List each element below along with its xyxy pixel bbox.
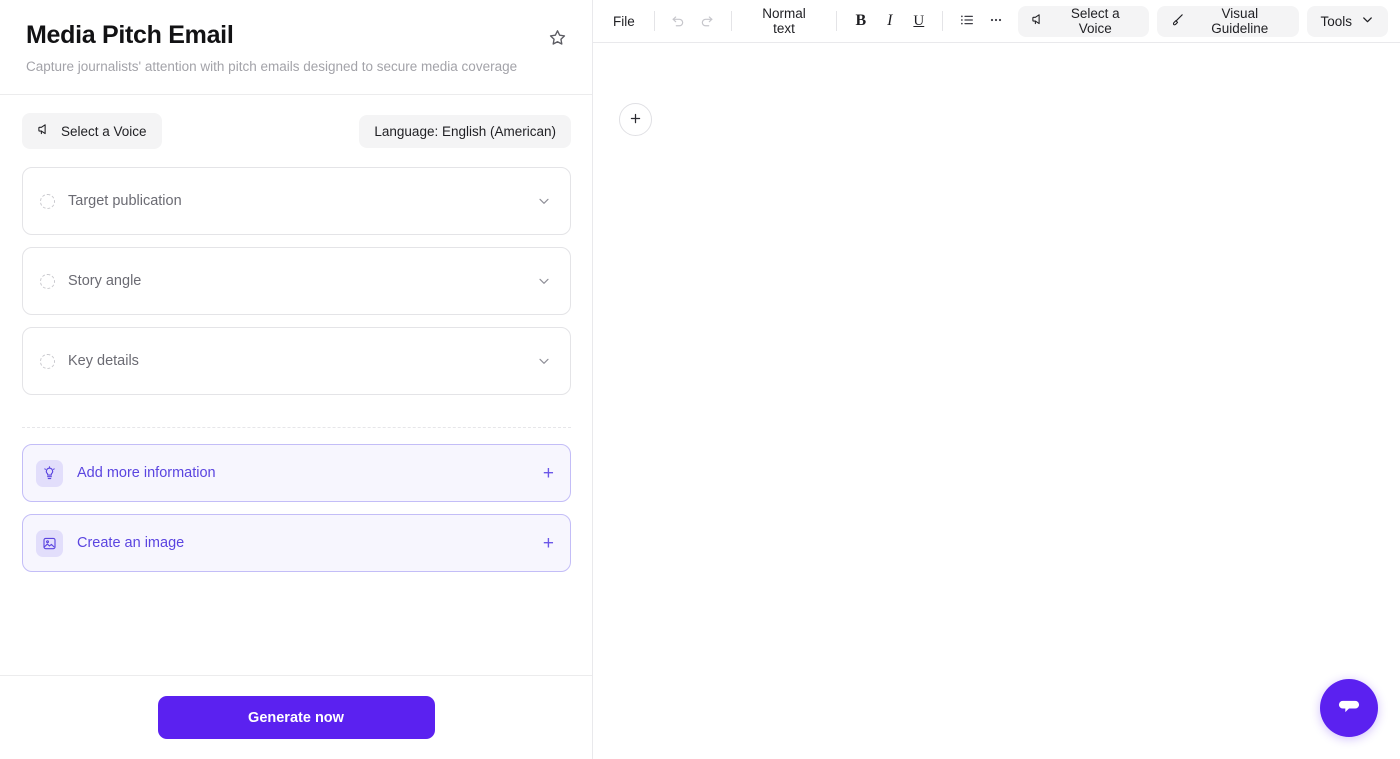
template-config-panel: Media Pitch Email Capture journalists' a…: [0, 0, 593, 759]
redo-button[interactable]: [693, 7, 722, 36]
dashed-circle-icon: [40, 273, 55, 289]
chat-support-button[interactable]: [1320, 679, 1378, 737]
chevron-down-icon: [536, 353, 552, 369]
megaphone-icon: [37, 122, 52, 140]
editor-select-voice-label: Select a Voice: [1070, 6, 1120, 36]
editor-select-voice-chip[interactable]: Select a Voice: [1018, 5, 1150, 37]
action-card-label: Create an image: [77, 535, 185, 552]
editor-canvas[interactable]: [593, 43, 1400, 759]
settings-chips-row: Select a Voice Language: English (Americ…: [0, 95, 592, 161]
field-target-publication[interactable]: Target publication: [22, 167, 571, 236]
text-style-dropdown[interactable]: Normal text: [741, 6, 828, 36]
tools-label: Tools: [1320, 13, 1352, 29]
visual-guideline-label: Visual Guideline: [1211, 6, 1269, 36]
image-icon: [36, 529, 63, 557]
undo-icon: [670, 12, 686, 31]
editor-toolbar: File Normal text B I U Select a Voice Vi…: [593, 0, 1400, 43]
bullet-list-button[interactable]: [952, 7, 981, 36]
toolbar-divider: [836, 11, 838, 31]
section-divider: [22, 427, 571, 429]
field-label: Key details: [68, 353, 139, 370]
star-outline-icon: [548, 28, 567, 50]
brush-icon: [1170, 12, 1185, 30]
document-editor-panel: File Normal text B I U Select a Voice Vi…: [593, 0, 1400, 759]
lightbulb-icon: [36, 459, 63, 487]
language-chip[interactable]: Language: English (American): [359, 114, 571, 148]
add-more-information-card[interactable]: Add more information +: [22, 444, 571, 503]
bold-button[interactable]: B: [846, 7, 875, 36]
file-menu-button[interactable]: File: [603, 7, 645, 36]
toolbar-divider: [730, 11, 732, 31]
underline-button[interactable]: U: [904, 7, 933, 36]
generate-now-button[interactable]: Generate now: [157, 696, 435, 739]
chat-bubble-icon: [1336, 694, 1362, 723]
more-horizontal-icon: [988, 12, 1004, 31]
plus-icon: [628, 111, 643, 129]
field-story-angle[interactable]: Story angle: [22, 247, 571, 316]
bullet-list-icon: [959, 12, 975, 31]
select-voice-chip-label: Select a Voice: [61, 123, 147, 139]
page-subtitle: Capture journalists' attention with pitc…: [26, 59, 518, 74]
field-label: Story angle: [68, 273, 142, 290]
favorite-button[interactable]: [544, 26, 570, 52]
megaphone-icon: [1031, 12, 1046, 30]
page-title: Media Pitch Email: [26, 21, 234, 49]
undo-button[interactable]: [664, 7, 693, 36]
create-an-image-card[interactable]: Create an image +: [22, 514, 571, 573]
select-voice-chip[interactable]: Select a Voice: [22, 113, 162, 150]
add-block-button[interactable]: [619, 103, 652, 136]
panel-header: Media Pitch Email Capture journalists' a…: [0, 0, 592, 96]
italic-button[interactable]: I: [875, 7, 904, 36]
dashed-circle-icon: [40, 193, 55, 209]
visual-guideline-chip[interactable]: Visual Guideline: [1157, 5, 1300, 37]
field-key-details[interactable]: Key details: [22, 327, 571, 396]
add-icon: +: [542, 532, 554, 554]
app-root: Media Pitch Email Capture journalists' a…: [0, 0, 1400, 759]
chevron-down-icon: [536, 193, 552, 209]
field-label: Target publication: [68, 193, 182, 210]
action-card-label: Add more information: [77, 465, 216, 482]
chevron-down-icon: [1360, 12, 1375, 30]
more-options-button[interactable]: [981, 7, 1010, 36]
redo-icon: [699, 12, 715, 31]
dashed-circle-icon: [40, 353, 55, 369]
input-fields-list: Target publication Story angle Key detai…: [0, 161, 592, 407]
tools-dropdown-chip[interactable]: Tools: [1307, 5, 1388, 37]
panel-footer: Generate now: [0, 675, 592, 759]
toolbar-divider: [653, 11, 655, 31]
action-cards-list: Add more information + Create an image +: [0, 444, 592, 584]
language-chip-label: Language: English (American): [374, 123, 556, 139]
add-icon: +: [542, 462, 554, 484]
chevron-down-icon: [536, 273, 552, 289]
toolbar-divider: [942, 11, 944, 31]
